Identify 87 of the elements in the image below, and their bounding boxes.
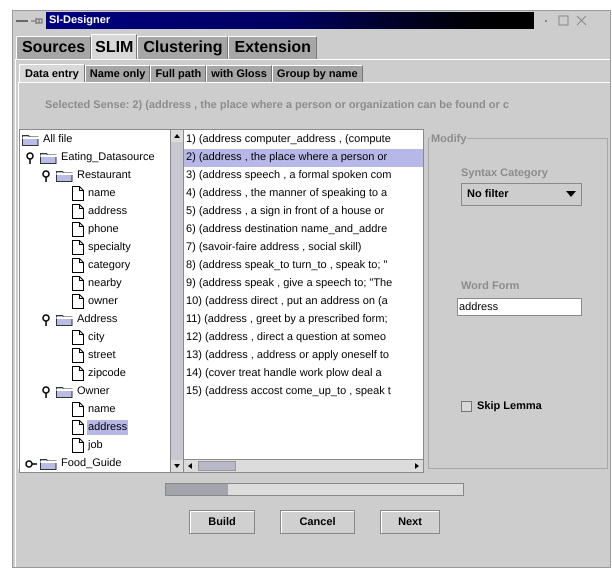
document-icon <box>72 258 84 273</box>
list-item[interactable]: 4) (address , the manner of speaking to a <box>184 184 423 202</box>
scroll-thumb[interactable] <box>198 460 236 470</box>
horizontal-scrollbar[interactable] <box>184 458 423 472</box>
folder-icon <box>56 169 73 182</box>
tab[interactable]: Name only <box>84 65 150 82</box>
tree-item[interactable]: job <box>87 438 104 453</box>
list-item[interactable]: 12) (address , direct a question at someo <box>184 328 423 346</box>
tab[interactable]: SLIM <box>91 34 138 60</box>
list-item[interactable]: 15) (address accost come_up_to , speak t <box>184 382 423 400</box>
tree-item[interactable]: name <box>87 402 117 417</box>
folder-icon <box>56 385 73 398</box>
tree-item[interactable]: address <box>87 204 128 219</box>
button[interactable]: Build <box>189 510 255 534</box>
tree-item[interactable]: Food_Guide <box>60 456 123 471</box>
document-icon <box>72 240 84 255</box>
tree-item[interactable]: name <box>87 186 117 201</box>
word-form-field[interactable]: address <box>457 298 582 316</box>
selected-sense-label: Selected Sense: 2) (address , the place where a person or organization can be found or c <box>45 98 510 113</box>
folder-icon <box>40 457 57 470</box>
checkbox[interactable] <box>461 400 472 412</box>
tab[interactable]: Sources <box>16 36 92 59</box>
scroll-down-icon[interactable] <box>171 460 183 472</box>
tree-item[interactable]: Owner <box>76 384 110 399</box>
tab[interactable]: Full path <box>150 65 206 82</box>
tree-item[interactable]: specialty <box>87 240 132 255</box>
collapse-handle-icon[interactable] <box>25 458 37 468</box>
folder-icon <box>22 133 39 146</box>
document-icon <box>72 222 84 237</box>
tree-item[interactable]: Address <box>76 312 118 327</box>
tree-item[interactable]: zipcode <box>87 366 127 381</box>
window-title: SI-Designer <box>49 13 110 28</box>
document-icon <box>72 366 84 381</box>
tree-item[interactable]: phone <box>87 222 120 237</box>
scroll-up-icon[interactable] <box>171 130 183 142</box>
tree-item[interactable]: Eating_Datasource <box>60 150 156 165</box>
list-item[interactable]: 5) (address , a sign in front of a house or <box>184 202 423 220</box>
menu-icon[interactable] <box>16 18 28 24</box>
caret-icon <box>566 191 576 197</box>
field-label: Word Form <box>461 278 520 294</box>
list-item[interactable]: 8) (address speak_to turn_to , speak to; " <box>184 256 423 274</box>
tree-item[interactable]: owner <box>87 294 119 309</box>
tree-item[interactable]: city <box>87 330 106 345</box>
syntax-dropdown[interactable]: No filter <box>461 182 582 206</box>
document-icon <box>72 402 84 417</box>
folder-icon <box>40 151 57 164</box>
document-icon <box>72 420 84 435</box>
vertical-scrollbar[interactable] <box>170 130 183 472</box>
expand-handle-icon[interactable] <box>41 170 51 182</box>
expand-handle-icon[interactable] <box>41 386 51 398</box>
button[interactable]: Cancel <box>280 510 355 534</box>
field-label: Syntax Category <box>461 166 549 181</box>
tree-item[interactable]: street <box>87 348 117 363</box>
list-item[interactable]: 6) (address destination name_and_addre <box>184 220 423 238</box>
document-icon <box>72 348 84 363</box>
tab[interactable]: with Gloss <box>206 65 272 82</box>
checkbox-label[interactable]: Skip Lemma <box>477 398 542 414</box>
tab[interactable]: Group by name <box>272 65 363 82</box>
list-item[interactable]: 2) (address , the place where a person or <box>184 148 423 166</box>
list-item[interactable]: 13) (address , address or apply oneself to <box>184 346 423 364</box>
document-icon <box>72 204 84 219</box>
expand-handle-icon[interactable] <box>41 314 51 326</box>
list-item[interactable]: 10) (address direct , put an address on (a <box>184 292 423 310</box>
expand-handle-icon[interactable] <box>25 152 35 164</box>
document-icon <box>72 276 84 291</box>
tree-item[interactable]: Restaurant <box>76 168 132 183</box>
document-icon <box>72 186 84 201</box>
document-icon <box>72 438 84 453</box>
folder-icon <box>56 313 73 326</box>
tree-item[interactable]: address <box>87 420 128 435</box>
list-item[interactable]: 11) (address , greet by a prescribed form; <box>184 310 423 328</box>
list-item[interactable]: 1) (address computer_address , (compute <box>184 130 423 148</box>
list-item[interactable]: 14) (cover treat handle work plow deal a <box>184 364 423 382</box>
list-item[interactable]: 7) (savoir-faire address , social skill) <box>184 238 423 256</box>
group-title: Modify <box>430 132 468 146</box>
list-item[interactable]: 9) (address speak , give a speech to; "The <box>184 274 423 292</box>
document-icon <box>72 330 84 345</box>
tab[interactable]: Extension <box>228 36 317 59</box>
button[interactable]: Next <box>380 510 440 534</box>
tab[interactable]: Clustering <box>137 36 228 59</box>
list-item[interactable]: 3) (address speech , a formal spoken com <box>184 166 423 184</box>
pin-icon[interactable] <box>31 16 43 24</box>
tab[interactable]: Data entry <box>19 64 85 83</box>
document-icon <box>72 294 84 309</box>
tree-item[interactable]: All file <box>42 132 74 147</box>
tree-item[interactable]: category <box>87 258 132 273</box>
tree-item[interactable]: nearby <box>87 276 123 291</box>
